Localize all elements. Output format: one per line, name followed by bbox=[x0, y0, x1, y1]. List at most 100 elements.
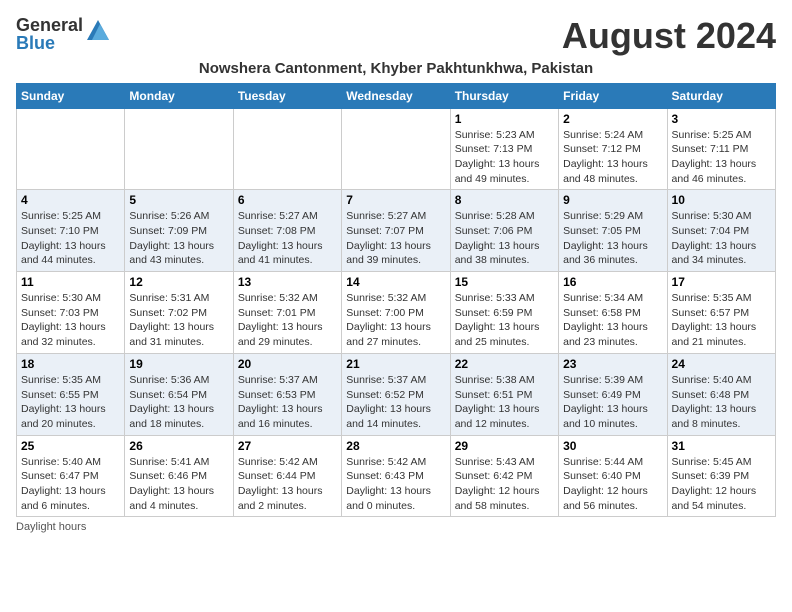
day-number: 9 bbox=[563, 193, 662, 207]
calendar-cell: 22Sunrise: 5:38 AM Sunset: 6:51 PM Dayli… bbox=[450, 353, 558, 435]
day-info: Sunrise: 5:32 AM Sunset: 7:01 PM Dayligh… bbox=[238, 291, 337, 350]
calendar-week-row: 25 Sunrise: 5:40 AM Sunset: 6:47 PM Dayli… bbox=[17, 435, 776, 517]
calendar-cell bbox=[342, 108, 450, 190]
calendar-cell: 31 Sunrise: 5:45 AM Sunset: 6:39 PM Dayli… bbox=[667, 435, 775, 517]
day-number: 23 bbox=[563, 357, 662, 371]
day-info: Sunrise: 5:28 AM Sunset: 7:06 PM Dayligh… bbox=[455, 209, 554, 268]
logo-general-text: General bbox=[16, 16, 83, 34]
day-info: Sunrise: 5:24 AM Sunset: 7:12 PM Dayligh… bbox=[563, 128, 662, 187]
weekday-header-cell: Friday bbox=[559, 83, 667, 108]
weekday-header-row: SundayMondayTuesdayWednesdayThursdayFrid… bbox=[17, 83, 776, 108]
day-number: 21 bbox=[346, 357, 445, 371]
calendar-cell: 10 Sunrise: 5:30 AM Sunset: 7:04 PM Dayli… bbox=[667, 190, 775, 272]
day-info: Sunrise: 5:38 AM Sunset: 6:51 PM Dayligh… bbox=[455, 373, 554, 432]
day-number: 12 bbox=[129, 275, 228, 289]
day-info: Sunrise: 5:29 AM Sunset: 7:05 PM Dayligh… bbox=[563, 209, 662, 268]
weekday-header-cell: Tuesday bbox=[233, 83, 341, 108]
day-info: Sunrise: 5:25 AM Sunset: 7:10 PM Dayligh… bbox=[21, 209, 120, 268]
weekday-header-cell: Thursday bbox=[450, 83, 558, 108]
day-info: Sunrise: 5:37 AM Sunset: 6:52 PM Dayligh… bbox=[346, 373, 445, 432]
calendar-cell: 28 Sunrise: 5:42 AM Sunset: 6:43 PM Dayli… bbox=[342, 435, 450, 517]
logo-icon bbox=[87, 20, 109, 45]
day-number: 24 bbox=[672, 357, 771, 371]
day-number: 11 bbox=[21, 275, 120, 289]
day-number: 3 bbox=[672, 112, 771, 126]
calendar-cell: 27 Sunrise: 5:42 AM Sunset: 6:44 PM Dayli… bbox=[233, 435, 341, 517]
day-info: Sunrise: 5:33 AM Sunset: 6:59 PM Dayligh… bbox=[455, 291, 554, 350]
day-number: 8 bbox=[455, 193, 554, 207]
calendar-cell: 23 Sunrise: 5:39 AM Sunset: 6:49 PM Dayli… bbox=[559, 353, 667, 435]
month-title: August 2024 bbox=[562, 16, 776, 56]
day-info: Sunrise: 5:30 AM Sunset: 7:04 PM Dayligh… bbox=[672, 209, 771, 268]
day-info: Sunrise: 5:41 AM Sunset: 6:46 PM Dayligh… bbox=[129, 455, 228, 514]
day-info: Sunrise: 5:25 AM Sunset: 7:11 PM Dayligh… bbox=[672, 128, 771, 187]
calendar-cell: 17 Sunrise: 5:35 AM Sunset: 6:57 PM Dayli… bbox=[667, 272, 775, 354]
calendar-cell: 3 Sunrise: 5:25 AM Sunset: 7:11 PM Daylig… bbox=[667, 108, 775, 190]
calendar-week-row: 1Sunrise: 5:23 AM Sunset: 7:13 PM Daylig… bbox=[17, 108, 776, 190]
weekday-header-cell: Saturday bbox=[667, 83, 775, 108]
day-info: Sunrise: 5:23 AM Sunset: 7:13 PM Dayligh… bbox=[455, 128, 554, 187]
weekday-header-cell: Wednesday bbox=[342, 83, 450, 108]
day-number: 6 bbox=[238, 193, 337, 207]
calendar-cell: 4Sunrise: 5:25 AM Sunset: 7:10 PM Daylig… bbox=[17, 190, 125, 272]
calendar-cell: 29Sunrise: 5:43 AM Sunset: 6:42 PM Dayli… bbox=[450, 435, 558, 517]
calendar-cell: 11 Sunrise: 5:30 AM Sunset: 7:03 PM Dayli… bbox=[17, 272, 125, 354]
day-number: 27 bbox=[238, 439, 337, 453]
day-number: 26 bbox=[129, 439, 228, 453]
day-number: 15 bbox=[455, 275, 554, 289]
location-title: Nowshera Cantonment, Khyber Pakhtunkhwa,… bbox=[16, 60, 776, 77]
calendar-cell bbox=[233, 108, 341, 190]
day-info: Sunrise: 5:40 AM Sunset: 6:48 PM Dayligh… bbox=[672, 373, 771, 432]
logo-blue-text: Blue bbox=[16, 34, 83, 52]
logo: General Blue bbox=[16, 16, 109, 52]
day-number: 18 bbox=[21, 357, 120, 371]
calendar-cell: 16Sunrise: 5:34 AM Sunset: 6:58 PM Dayli… bbox=[559, 272, 667, 354]
page-header: General Blue August 2024 bbox=[16, 16, 776, 56]
day-info: Sunrise: 5:42 AM Sunset: 6:44 PM Dayligh… bbox=[238, 455, 337, 514]
day-number: 13 bbox=[238, 275, 337, 289]
day-number: 19 bbox=[129, 357, 228, 371]
day-number: 17 bbox=[672, 275, 771, 289]
calendar-table: SundayMondayTuesdayWednesdayThursdayFrid… bbox=[16, 83, 776, 518]
calendar-cell: 24 Sunrise: 5:40 AM Sunset: 6:48 PM Dayli… bbox=[667, 353, 775, 435]
daylight-hours-label: Daylight hours bbox=[16, 521, 86, 533]
day-info: Sunrise: 5:44 AM Sunset: 6:40 PM Dayligh… bbox=[563, 455, 662, 514]
calendar-cell: 12Sunrise: 5:31 AM Sunset: 7:02 PM Dayli… bbox=[125, 272, 233, 354]
day-info: Sunrise: 5:35 AM Sunset: 6:55 PM Dayligh… bbox=[21, 373, 120, 432]
day-number: 25 bbox=[21, 439, 120, 453]
day-info: Sunrise: 5:35 AM Sunset: 6:57 PM Dayligh… bbox=[672, 291, 771, 350]
calendar-cell: 14Sunrise: 5:32 AM Sunset: 7:00 PM Dayli… bbox=[342, 272, 450, 354]
day-info: Sunrise: 5:40 AM Sunset: 6:47 PM Dayligh… bbox=[21, 455, 120, 514]
calendar-cell bbox=[17, 108, 125, 190]
day-number: 10 bbox=[672, 193, 771, 207]
day-info: Sunrise: 5:30 AM Sunset: 7:03 PM Dayligh… bbox=[21, 291, 120, 350]
calendar-cell: 9 Sunrise: 5:29 AM Sunset: 7:05 PM Daylig… bbox=[559, 190, 667, 272]
calendar-cell: 8 Sunrise: 5:28 AM Sunset: 7:06 PM Daylig… bbox=[450, 190, 558, 272]
day-info: Sunrise: 5:39 AM Sunset: 6:49 PM Dayligh… bbox=[563, 373, 662, 432]
calendar-cell: 21 Sunrise: 5:37 AM Sunset: 6:52 PM Dayli… bbox=[342, 353, 450, 435]
weekday-header-cell: Monday bbox=[125, 83, 233, 108]
day-number: 30 bbox=[563, 439, 662, 453]
day-number: 31 bbox=[672, 439, 771, 453]
calendar-cell: 30 Sunrise: 5:44 AM Sunset: 6:40 PM Dayli… bbox=[559, 435, 667, 517]
calendar-cell: 26 Sunrise: 5:41 AM Sunset: 6:46 PM Dayli… bbox=[125, 435, 233, 517]
day-number: 28 bbox=[346, 439, 445, 453]
calendar-cell: 13 Sunrise: 5:32 AM Sunset: 7:01 PM Dayli… bbox=[233, 272, 341, 354]
day-info: Sunrise: 5:45 AM Sunset: 6:39 PM Dayligh… bbox=[672, 455, 771, 514]
day-info: Sunrise: 5:27 AM Sunset: 7:08 PM Dayligh… bbox=[238, 209, 337, 268]
calendar-cell: 20Sunrise: 5:37 AM Sunset: 6:53 PM Dayli… bbox=[233, 353, 341, 435]
day-number: 5 bbox=[129, 193, 228, 207]
day-number: 2 bbox=[563, 112, 662, 126]
calendar-week-row: 11 Sunrise: 5:30 AM Sunset: 7:03 PM Dayli… bbox=[17, 272, 776, 354]
day-number: 14 bbox=[346, 275, 445, 289]
calendar-cell: 18 Sunrise: 5:35 AM Sunset: 6:55 PM Dayli… bbox=[17, 353, 125, 435]
footer-note: Daylight hours bbox=[16, 521, 776, 533]
calendar-cell: 6 Sunrise: 5:27 AM Sunset: 7:08 PM Daylig… bbox=[233, 190, 341, 272]
day-info: Sunrise: 5:26 AM Sunset: 7:09 PM Dayligh… bbox=[129, 209, 228, 268]
calendar-cell: 5 Sunrise: 5:26 AM Sunset: 7:09 PM Daylig… bbox=[125, 190, 233, 272]
day-info: Sunrise: 5:42 AM Sunset: 6:43 PM Dayligh… bbox=[346, 455, 445, 514]
calendar-cell: 2 Sunrise: 5:24 AM Sunset: 7:12 PM Daylig… bbox=[559, 108, 667, 190]
day-info: Sunrise: 5:27 AM Sunset: 7:07 PM Dayligh… bbox=[346, 209, 445, 268]
calendar-week-row: 4Sunrise: 5:25 AM Sunset: 7:10 PM Daylig… bbox=[17, 190, 776, 272]
calendar-cell: 25 Sunrise: 5:40 AM Sunset: 6:47 PM Dayli… bbox=[17, 435, 125, 517]
